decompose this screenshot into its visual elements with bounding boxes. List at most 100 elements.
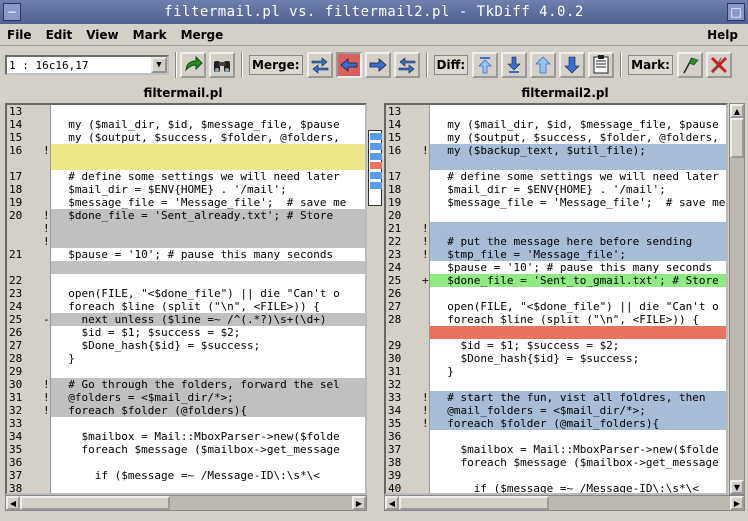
menu-merge[interactable]: Merge: [174, 28, 231, 42]
rediff-arrow-icon: [185, 55, 203, 72]
right-code-area[interactable]: my ($mail_dir, $id, $message_file, $paus…: [430, 105, 726, 493]
window-menu-icon[interactable]: −: [3, 3, 21, 21]
find-button[interactable]: [209, 52, 235, 78]
scroll-right-icon[interactable]: ▶: [352, 496, 366, 510]
code-text: }: [55, 352, 75, 365]
line-number: 20: [9, 209, 23, 222]
binoculars-icon: [214, 61, 230, 72]
diff-marker: !: [43, 209, 50, 222]
code-line: # Go through the folders, forward the se…: [51, 378, 365, 391]
left-code-area[interactable]: my ($mail_dir, $id, $message_file, $paus…: [51, 105, 365, 493]
menu-mark[interactable]: Mark: [126, 28, 174, 42]
set-bookmark-button[interactable]: [676, 52, 703, 78]
line-number: 29: [9, 365, 23, 378]
code-text: $Done_hash{$id} = $success;: [55, 339, 261, 352]
vertical-scrollbar[interactable]: ▲ ▼: [729, 103, 745, 495]
scroll-left-icon[interactable]: ◀: [385, 496, 399, 510]
code-text: $mail_dir = $ENV{HOME} . '/mail';: [434, 183, 666, 196]
diff-marker: [422, 131, 430, 144]
rediff-button[interactable]: [180, 52, 206, 78]
diff-marker: !: [422, 417, 429, 430]
diff-marker: !: [43, 235, 50, 248]
code-text: foreach $folder (@mail_folders){: [434, 417, 660, 430]
diff-marker: [422, 261, 430, 274]
line-number: 15: [9, 131, 23, 144]
arrow-right-icon: [369, 58, 387, 72]
right-hscroll-thumb[interactable]: [399, 496, 549, 510]
center-current-diff-button[interactable]: [588, 52, 615, 78]
code-line: # define some settings we will need late…: [430, 170, 726, 183]
scroll-right-icon[interactable]: ▶: [730, 496, 744, 510]
first-diff-button[interactable]: [472, 52, 499, 78]
diff-map-marker[interactable]: [370, 142, 382, 150]
status-bar: [0, 511, 748, 521]
diff-map-marker[interactable]: [370, 162, 382, 170]
diff-marker: !: [422, 248, 429, 261]
line-number: 19: [388, 196, 402, 209]
code-line: }: [51, 352, 365, 365]
code-text: # define some settings we will need late…: [55, 170, 340, 183]
line-number: 28: [388, 313, 402, 326]
scroll-thumb[interactable]: [730, 118, 744, 158]
diff-marker: [43, 300, 51, 313]
diff-map-marker[interactable]: [370, 152, 382, 160]
diff-map-marker[interactable]: [370, 172, 382, 180]
code-line: }: [430, 365, 726, 378]
line-number: 28: [9, 352, 23, 365]
right-file-header: filtermail2.pl: [521, 86, 609, 100]
menu-view[interactable]: View: [79, 28, 125, 42]
code-text: foreach $line (split ("\n", <FILE>)) {: [55, 300, 320, 313]
diff-map-marker[interactable]: [370, 133, 382, 140]
diff-marker: [422, 456, 430, 469]
menu-file[interactable]: File: [0, 28, 39, 42]
code-text: $message_file = 'Message_file'; # save m…: [434, 196, 726, 209]
left-diff-pane[interactable]: 13 14 15 16! 17 18 19 20!!! 21 22 23 24 25-26 27 28 29 3…: [5, 103, 367, 495]
line-number: 16: [9, 144, 23, 157]
line-number: 19: [9, 196, 23, 209]
toolbar-separator: [241, 52, 243, 78]
code-text: open(FILE, "<$done_file") || die "Can't …: [434, 300, 719, 313]
diff-map[interactable]: [368, 130, 382, 206]
merge-choice-both-button[interactable]: [306, 52, 333, 78]
menu-edit[interactable]: Edit: [39, 28, 80, 42]
merge-choice-right-button[interactable]: [364, 52, 391, 78]
menu-help[interactable]: Help: [700, 28, 748, 42]
line-number: 26: [9, 326, 23, 339]
line-number: 22: [388, 235, 402, 248]
diff-marker: [422, 339, 430, 352]
maximize-icon[interactable]: □: [727, 3, 745, 21]
merge-choice-both-reverse-button[interactable]: [393, 52, 420, 78]
scroll-down-icon[interactable]: ▼: [730, 480, 744, 494]
line-number: 27: [9, 339, 23, 352]
next-diff-button[interactable]: [559, 52, 586, 78]
right-horizontal-scrollbar[interactable]: ◀ ▶: [384, 495, 745, 511]
previous-diff-button[interactable]: [530, 52, 557, 78]
left-hscroll-thumb[interactable]: [20, 496, 170, 510]
left-gutter: 13 14 15 16! 17 18 19 20!!! 21 22 23 24 25-26 27 28 29 3…: [7, 105, 51, 493]
code-line: [430, 326, 726, 339]
line-number: 38: [9, 482, 23, 495]
diff-selector[interactable]: 1 : 16c16,17 ▼: [5, 55, 169, 75]
merge-choice-left-button[interactable]: [335, 52, 362, 78]
scroll-left-icon[interactable]: ◀: [6, 496, 20, 510]
diff-marker: !: [43, 378, 50, 391]
line-number: 13: [388, 105, 402, 118]
diff-marker: !: [43, 222, 50, 235]
line-number: 23: [9, 287, 23, 300]
last-diff-button[interactable]: [501, 52, 528, 78]
scroll-up-icon[interactable]: ▲: [730, 104, 744, 118]
line-number: 30: [388, 352, 402, 365]
diff-marker: [43, 157, 51, 170]
line-number: 38: [388, 456, 402, 469]
chevron-down-icon[interactable]: ▼: [151, 57, 167, 73]
clear-bookmark-button[interactable]: [705, 52, 732, 78]
right-diff-pane[interactable]: 13 14 15 16! 17 18 19 20 21! 22! 23! 24 25 +26 27 28 29 3…: [384, 103, 728, 495]
diff-marker: !: [422, 391, 429, 404]
left-horizontal-scrollbar[interactable]: ◀ ▶: [5, 495, 367, 511]
line-number: 35: [388, 417, 402, 430]
code-text: open(FILE, "<$done_file") || die "Can't …: [55, 287, 340, 300]
code-line: $pause = '10'; # pause this many seconds: [430, 261, 726, 274]
diff-map-marker[interactable]: [370, 182, 382, 189]
code-line: @mail_folders = <$mail_dir/*>;: [430, 404, 726, 417]
